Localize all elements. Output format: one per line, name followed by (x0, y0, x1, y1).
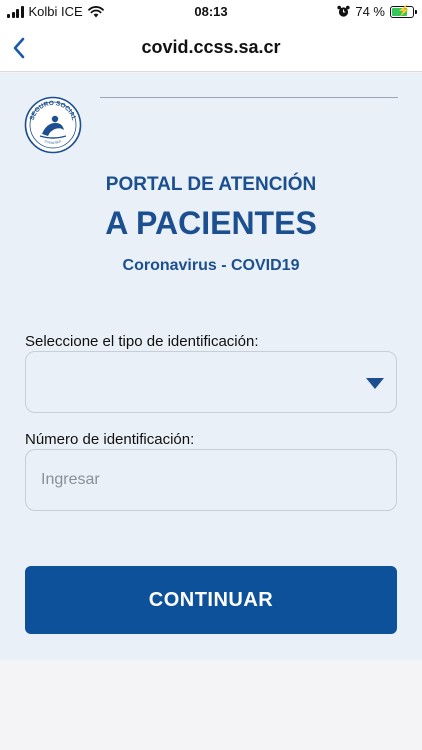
charging-bolt-icon: ⚡ (397, 4, 411, 17)
page-url: covid.ccss.sa.cr (141, 37, 281, 57)
status-right: 74 % ⚡ (337, 4, 417, 19)
id-type-select[interactable] (25, 351, 397, 413)
status-bar: Kolbi ICE 08:13 74 % ⚡ (0, 0, 422, 24)
battery-icon: ⚡ (390, 4, 417, 18)
battery-percent: 74 % (355, 4, 385, 19)
browser-nav-bar: covid.ccss.sa.cr (0, 24, 422, 72)
title-line-1: PORTAL DE ATENCIÓN (105, 174, 317, 195)
title-line-2: A PACIENTES (105, 205, 317, 241)
id-type-label: Seleccione el tipo de identificación: (25, 333, 259, 350)
id-number-input[interactable] (25, 449, 397, 511)
subtitle: Coronavirus - COVID19 (122, 257, 300, 274)
header-divider (100, 97, 398, 98)
page-footer-area (0, 660, 422, 750)
alarm-clock-icon (337, 5, 350, 17)
seguro-social-logo: SEGURO SOCIAL COSTA RICA (24, 96, 82, 154)
id-number-label: Número de identificación: (25, 431, 195, 448)
continue-button[interactable]: CONTINUAR (25, 566, 397, 634)
dropdown-arrow-icon (366, 378, 384, 389)
portal-panel: SEGURO SOCIAL COSTA RICA PORTAL DE ATENC… (0, 73, 422, 660)
